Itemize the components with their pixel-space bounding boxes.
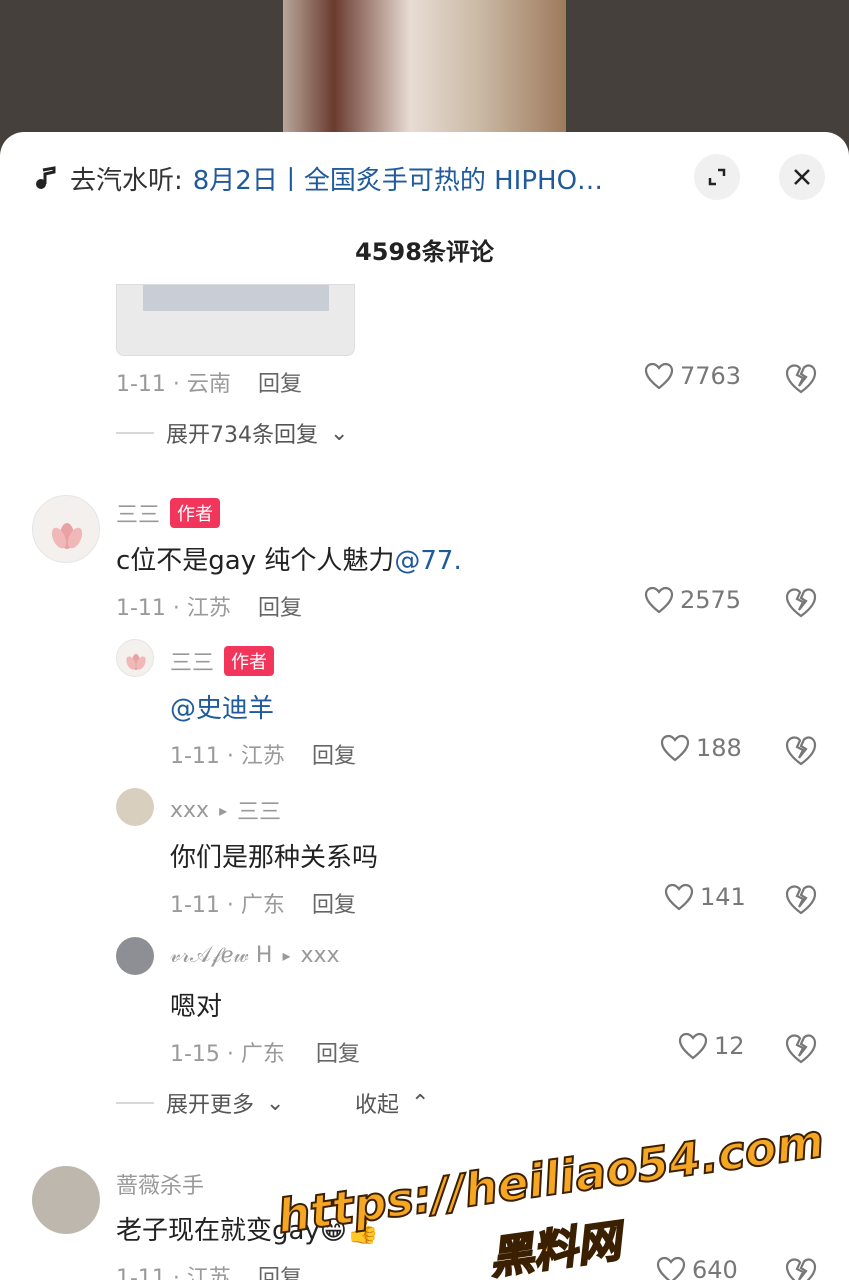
comment-meta: 1-15 · 广东 [170,1042,285,1067]
watermark: https://heiliao54.com 黑料网 [273,1112,828,1280]
lotus-icon [126,654,146,670]
like-button[interactable]: 7763 [644,362,741,390]
comment-meta: 1-11 · 江苏 [116,1266,231,1280]
avatar[interactable] [116,639,154,677]
collapse-replies[interactable]: 收起 ⌃ [355,1087,429,1119]
heart-icon [644,362,674,390]
comment-text: c位不是gay 纯个人魅力@77. [116,540,462,577]
music-title[interactable]: 8月2日丨全国炙手可热的 HIPHO… [193,160,603,197]
avatar[interactable] [32,1166,100,1234]
mention-link[interactable]: @史迪羊 [170,688,274,725]
music-note-icon [36,166,56,189]
username[interactable]: xxx [170,798,209,823]
music-prefix: 去汽水听: [70,165,183,196]
like-count: 640 [692,1256,738,1280]
close-icon [794,169,810,185]
dislike-icon[interactable] [784,586,818,620]
expand-replies[interactable]: 展开734条回复 ⌄ [116,417,348,449]
comment-sheet: 去汽水听: 8月2日丨全国炙手可热的 HIPHO… 4598条评论 1-11 ·… [0,132,849,1280]
reply-arrow-icon: ▸ [219,800,228,820]
avatar[interactable] [116,788,154,826]
comment-meta: 1-11 · 广东 [170,893,285,918]
reply-button[interactable]: 回复 [258,366,302,398]
dislike-icon[interactable] [784,1256,818,1280]
author-badge: 作者 [170,498,221,528]
reply-button[interactable]: 回复 [312,887,356,919]
heart-icon [664,883,694,911]
heart-icon [644,586,674,614]
comment-body: c位不是gay 纯个人魅力 [116,546,395,576]
heart-icon [678,1032,708,1060]
close-button[interactable] [779,154,825,200]
dislike-icon[interactable] [784,883,818,917]
reply-target[interactable]: 三三 [237,794,281,826]
dislike-icon[interactable] [784,362,818,396]
comment-text: 嗯对 [170,992,223,1022]
reply-target[interactable]: xxx [301,943,340,968]
username[interactable]: 蔷薇杀手 [116,1168,204,1200]
mention-link[interactable]: @77. [394,546,461,576]
expand-more[interactable]: 展开更多 ⌄ [116,1087,284,1119]
comment-count-title: 4598条评论 [355,238,494,266]
expand-more-label: 展开更多 [166,1093,255,1118]
username[interactable]: 𝓋𝓇𝒜𝒻ℯ𝓌 H [170,943,272,968]
comment-meta: 1-11 · 江苏 [116,596,231,621]
like-button[interactable]: 188 [660,734,742,762]
music-bar[interactable]: 去汽水听: 8月2日丨全国炙手可热的 HIPHO… [34,156,603,200]
chevron-down-icon: ⌄ [266,1090,285,1116]
like-count: 7763 [680,362,742,390]
expand-replies-label: 展开734条回复 [166,423,318,448]
like-count: 141 [700,883,746,911]
comment-image[interactable] [116,284,355,356]
avatar[interactable] [32,495,100,563]
like-button[interactable]: 12 [678,1032,745,1060]
reply-button[interactable]: 回复 [316,1036,360,1068]
comment-meta: 1-11 · 云南 [116,372,231,397]
heart-icon [660,734,690,762]
comment-username[interactable]: 蔷薇杀手 [116,1168,204,1200]
comment-username[interactable]: 三三 作者 [116,497,221,529]
username[interactable]: 三三 [116,497,160,529]
reply-button[interactable]: 回复 [258,590,302,622]
reply-arrow-icon: ▸ [282,946,291,965]
author-badge: 作者 [224,646,275,676]
dislike-icon[interactable] [784,734,818,768]
avatar[interactable] [116,937,154,975]
expand-icon [708,168,726,186]
dislike-icon[interactable] [784,1032,818,1066]
reply-username[interactable]: 𝓋𝓇𝒜𝒻ℯ𝓌 H ▸ xxx [170,943,340,968]
like-count: 12 [714,1032,745,1060]
comment-text: 你们是那种关系吗 [170,843,379,873]
like-count: 188 [696,734,742,762]
expand-button[interactable] [694,154,740,200]
comment-meta: 1-11 · 江苏 [170,744,285,769]
username[interactable]: 三三 [170,645,214,677]
reply-username[interactable]: 三三 作者 [170,645,275,677]
lotus-icon [51,523,83,549]
chevron-up-icon: ⌃ [411,1090,430,1116]
like-button[interactable]: 141 [664,883,746,911]
reply-username[interactable]: xxx ▸ 三三 [170,794,281,826]
like-button[interactable]: 2575 [644,586,741,614]
chevron-down-icon: ⌄ [330,420,349,446]
like-count: 2575 [680,586,742,614]
collapse-label: 收起 [355,1093,400,1118]
reply-button[interactable]: 回复 [312,738,356,770]
